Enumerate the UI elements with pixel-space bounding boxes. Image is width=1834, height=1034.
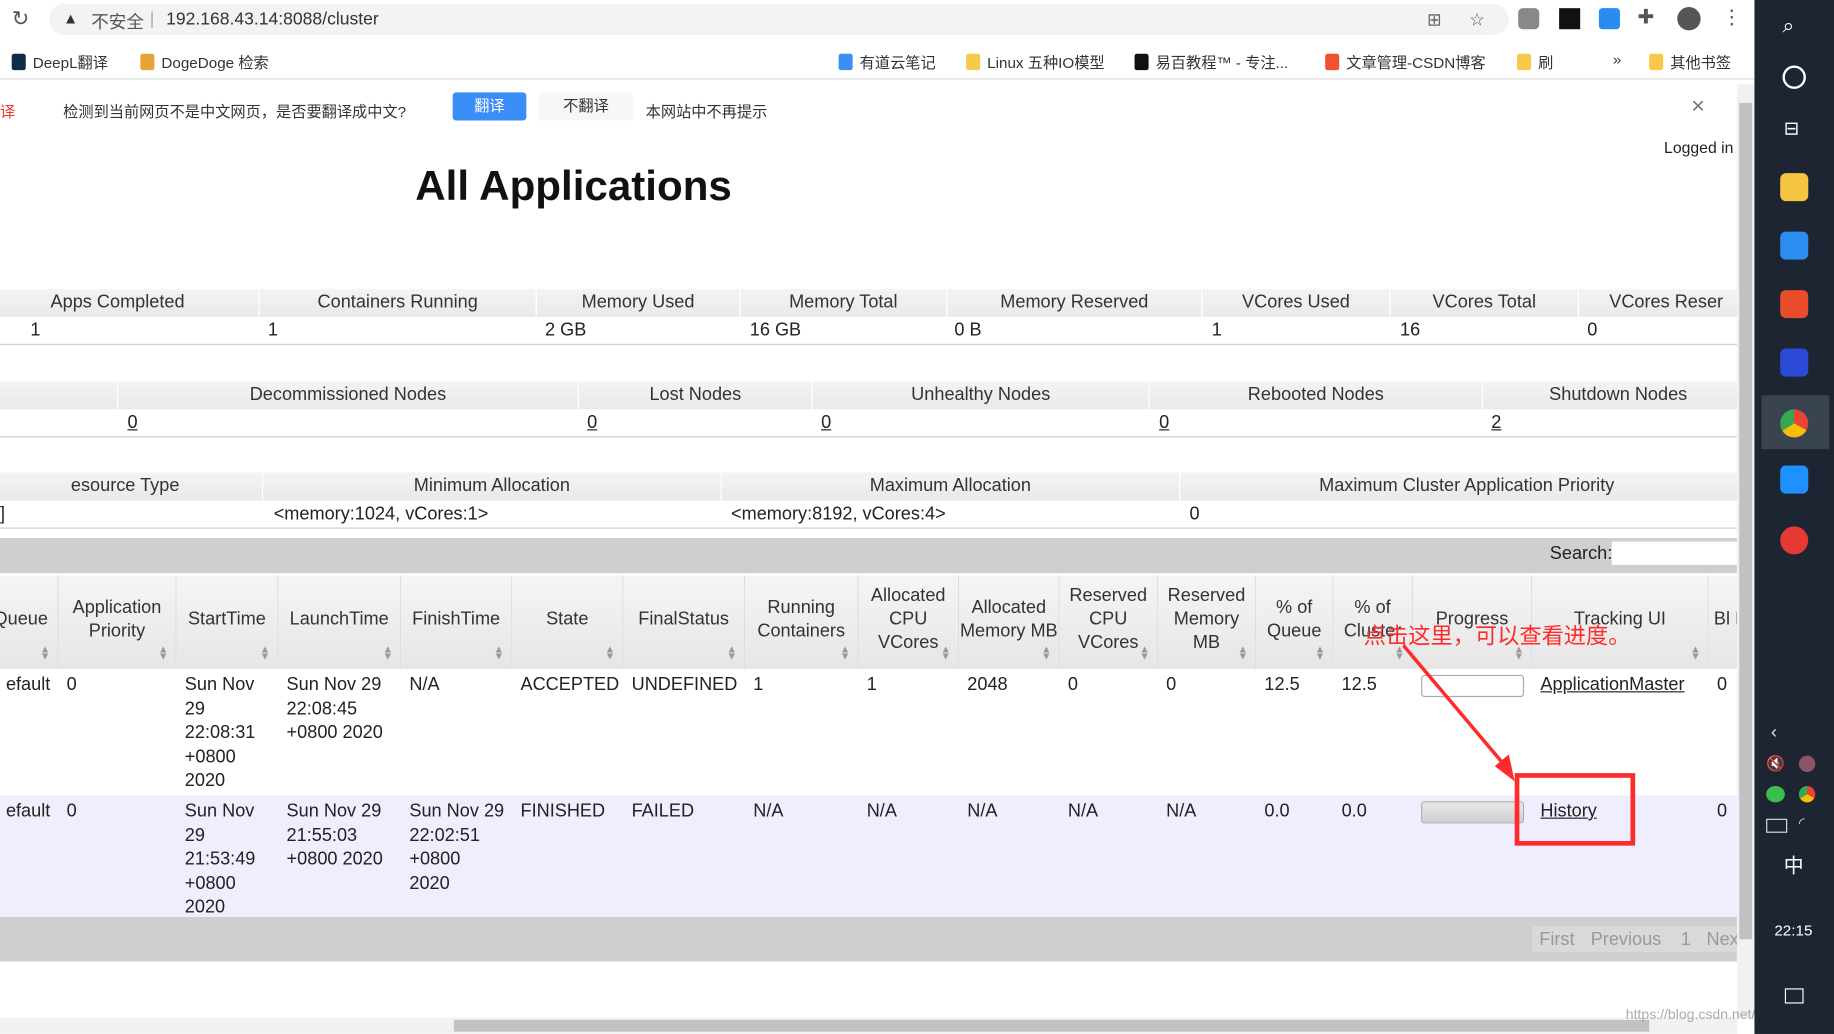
annotation-text: 点击这里，可以查看进度。 <box>1363 624 1631 650</box>
horizontal-scrollbar[interactable] <box>0 1017 1737 1034</box>
wechat-icon[interactable] <box>1766 785 1785 803</box>
annotation-overlay <box>1402 644 1636 846</box>
mute-icon[interactable]: 🔇 <box>1766 754 1785 773</box>
task-view-icon[interactable]: ⊟ <box>1784 117 1800 140</box>
chrome-icon[interactable] <box>1780 409 1809 438</box>
cortana-icon[interactable] <box>1782 65 1806 89</box>
vertical-scrollbar[interactable] <box>1736 84 1755 1018</box>
chevron-left-icon[interactable]: ‹ <box>1771 723 1777 744</box>
notification-icon[interactable] <box>1784 988 1804 1004</box>
annotation-arrow <box>1402 644 1507 768</box>
baidu-netdisk-icon[interactable] <box>1780 231 1809 260</box>
file-explorer-icon[interactable] <box>1780 173 1809 202</box>
tray-avatar-icon[interactable] <box>1798 755 1816 772</box>
search-icon[interactable]: ⌕ <box>1783 14 1795 39</box>
app-icon[interactable] <box>1780 526 1809 555</box>
ime-indicator[interactable]: 中 <box>1784 849 1804 878</box>
clock[interactable]: 22:15 <box>1774 922 1812 940</box>
annotation-highlight-box <box>1514 773 1636 846</box>
intellij-icon[interactable] <box>1780 348 1809 377</box>
battery-icon[interactable] <box>1766 818 1788 833</box>
windows-taskbar: ⌕ ⊟ ‹ 🔇 ◜ 中 22:15 <box>1754 0 1834 1034</box>
wifi-icon[interactable]: ◜ <box>1799 814 1805 833</box>
vmware-icon[interactable] <box>1780 465 1809 494</box>
hbuilder-icon[interactable] <box>1780 290 1809 319</box>
chrome-tray-icon[interactable] <box>1798 785 1816 803</box>
